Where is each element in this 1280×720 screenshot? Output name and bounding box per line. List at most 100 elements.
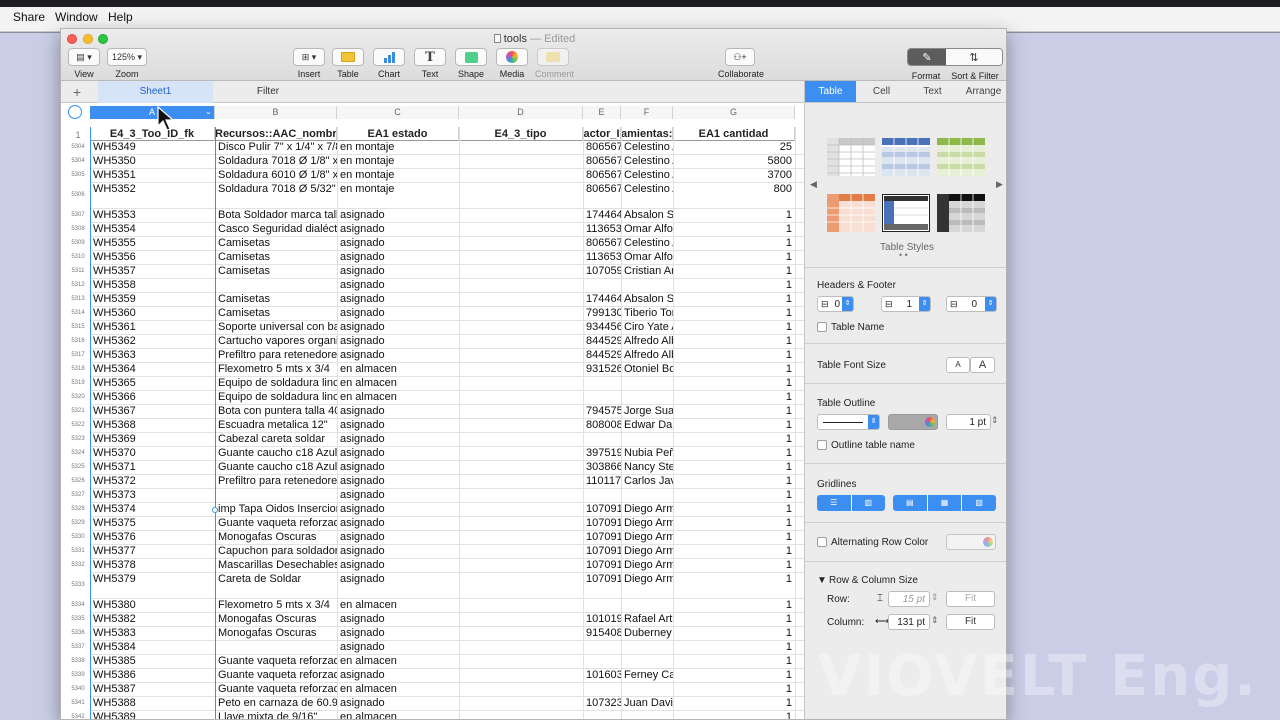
table-cell[interactable]: Tiberio Tor <box>621 307 673 320</box>
table-cell[interactable]: 1 <box>673 489 795 502</box>
header-cell-f[interactable]: amientas: <box>621 127 673 141</box>
text-tool[interactable]: T Text <box>414 48 446 79</box>
table-cell[interactable]: en almacen <box>337 599 459 612</box>
table-cell[interactable]: Prefiltro para retenedores <box>215 475 337 488</box>
table-name-checkbox[interactable] <box>817 322 827 332</box>
row-number[interactable]: 5314 <box>69 310 87 316</box>
table-cell[interactable]: Ciro Yate A <box>621 321 673 334</box>
table-cell[interactable]: WH5382 <box>90 613 215 626</box>
row-number[interactable]: 5307 <box>69 212 87 218</box>
table-cell[interactable]: Camisetas <box>215 307 337 320</box>
table-cell[interactable]: 107091 <box>583 531 621 544</box>
table-cell[interactable]: 107091 <box>583 559 621 572</box>
table-cell[interactable]: Jorge Suar <box>621 405 673 418</box>
table-cell[interactable]: 1 <box>673 627 795 640</box>
table-cell[interactable]: 1 <box>673 669 795 682</box>
table-cell[interactable]: Celestino A <box>621 155 673 168</box>
table-cell[interactable]: WH5386 <box>90 669 215 682</box>
header-rows-stepper[interactable]: ⊟ 0 ⇕ <box>817 296 854 312</box>
table-cell[interactable]: Cartucho vapores organicos <box>215 335 337 348</box>
table-cell[interactable]: en almacen <box>337 363 459 376</box>
row-number[interactable]: 5304 <box>69 158 87 164</box>
table-cell[interactable]: WH5387 <box>90 683 215 696</box>
row-number[interactable]: 5326 <box>69 478 87 484</box>
table-cell[interactable]: WH5358 <box>90 279 215 292</box>
table-style-6[interactable] <box>937 194 985 232</box>
table-cell[interactable]: 113653 <box>583 223 621 236</box>
tab-table[interactable]: Table <box>805 81 856 102</box>
font-smaller-button[interactable]: A <box>946 357 970 373</box>
table-cell[interactable]: 934456 <box>583 321 621 334</box>
row-number[interactable]: 5304 <box>69 144 87 150</box>
table-cell[interactable]: 5800 <box>673 155 795 168</box>
insert-tool[interactable]: ⊞ ▾ Insert <box>293 48 325 79</box>
row-number[interactable]: 5333 <box>69 582 87 588</box>
row-number[interactable]: 5322 <box>69 422 87 428</box>
table-cell[interactable]: 107091 <box>583 545 621 558</box>
table-cell[interactable]: 794575 <box>583 405 621 418</box>
table-cell[interactable]: WH5352 <box>90 183 215 196</box>
table-cell[interactable]: 1 <box>673 391 795 404</box>
row-number[interactable]: 5306 <box>69 192 87 198</box>
column-header-a[interactable]: A <box>90 106 215 119</box>
table-cell[interactable]: 806567 <box>583 183 621 196</box>
table-cell[interactable]: 1 <box>673 683 795 696</box>
alternating-color-well[interactable] <box>946 534 996 550</box>
table-cell[interactable]: WH5376 <box>90 531 215 544</box>
table-cell[interactable]: Absalon Sa <box>621 209 673 222</box>
table-cell[interactable]: Celestino A <box>621 141 673 154</box>
table-cell[interactable]: 1 <box>673 307 795 320</box>
sort-filter-icon[interactable]: ⇅ <box>946 49 1002 65</box>
row-number[interactable]: 5316 <box>69 338 87 344</box>
table-cell[interactable]: Edwar Dar <box>621 419 673 432</box>
table-cell[interactable]: WH5369 <box>90 433 215 446</box>
table-cell[interactable]: 101603 <box>583 669 621 682</box>
column-header-d[interactable]: D <box>459 106 583 119</box>
table-cell[interactable]: WH5374 <box>90 503 215 516</box>
table-cell[interactable]: Nancy Stel <box>621 461 673 474</box>
table-cell[interactable]: asignado <box>337 517 459 530</box>
table-cell[interactable]: Ferney Cac <box>621 669 673 682</box>
column-fit-button[interactable]: Fit <box>946 614 995 630</box>
table-cell[interactable]: 1 <box>673 265 795 278</box>
header-cell-g[interactable]: EA1 cantidad <box>673 127 795 141</box>
table-cell[interactable]: 113653 <box>583 251 621 264</box>
table-cell[interactable]: Soldadura 7018 Ø 5/32" x 14" <box>215 183 337 196</box>
table-cell[interactable]: 107059 <box>583 265 621 278</box>
column-width-stepper-icon[interactable]: ⇕ <box>931 615 939 626</box>
table-cell[interactable]: 806567 <box>583 141 621 154</box>
table-cell[interactable]: 1 <box>673 447 795 460</box>
header-cell-d[interactable]: E4_3_tipo <box>459 127 583 141</box>
table-cell[interactable]: Nubia Peña <box>621 447 673 460</box>
table-cell[interactable]: 1 <box>673 405 795 418</box>
table-cell[interactable]: Soporte universal con base <box>215 321 337 334</box>
table-cell[interactable]: en montaje <box>337 183 459 196</box>
table-cell[interactable]: 800 <box>673 183 795 196</box>
table-cell[interactable]: 107091 <box>583 503 621 516</box>
table-cell[interactable]: WH5372 <box>90 475 215 488</box>
outline-table-name-checkbox[interactable] <box>817 440 827 450</box>
tab-cell[interactable]: Cell <box>856 81 907 102</box>
table-cell[interactable]: Peto en carnaza de 60.90 <box>215 697 337 710</box>
table-cell[interactable]: Diego Arm <box>621 559 673 572</box>
table-cell[interactable]: 110117 <box>583 475 621 488</box>
table-style-1[interactable] <box>827 138 875 176</box>
table-cell[interactable]: Rafael Artu <box>621 613 673 626</box>
table-cell[interactable]: 107091 <box>583 517 621 530</box>
menu-share[interactable]: Share <box>13 10 45 24</box>
row-number[interactable]: 5328 <box>69 506 87 512</box>
table-style-4[interactable] <box>827 194 875 232</box>
table-cell[interactable]: Flexometro 5 mts x 3/4 <box>215 599 337 612</box>
table-cell[interactable]: Careta de Soldar <box>215 573 337 586</box>
row-number[interactable]: 5318 <box>69 366 87 372</box>
column-header-g[interactable]: G <box>673 106 795 119</box>
column-width-field[interactable]: 131 pt <box>888 614 930 630</box>
view-tool[interactable]: ▤ ▾ View <box>68 48 100 79</box>
table-cell[interactable]: WH5359 <box>90 293 215 306</box>
table-cell[interactable]: asignado <box>337 307 459 320</box>
row-number[interactable]: 5308 <box>69 226 87 232</box>
zoom-select[interactable]: 125% ▾ <box>107 48 147 66</box>
table-cell[interactable]: Diego Arm <box>621 573 673 586</box>
row-number[interactable]: 5327 <box>69 492 87 498</box>
table-cell[interactable]: Camisetas <box>215 265 337 278</box>
